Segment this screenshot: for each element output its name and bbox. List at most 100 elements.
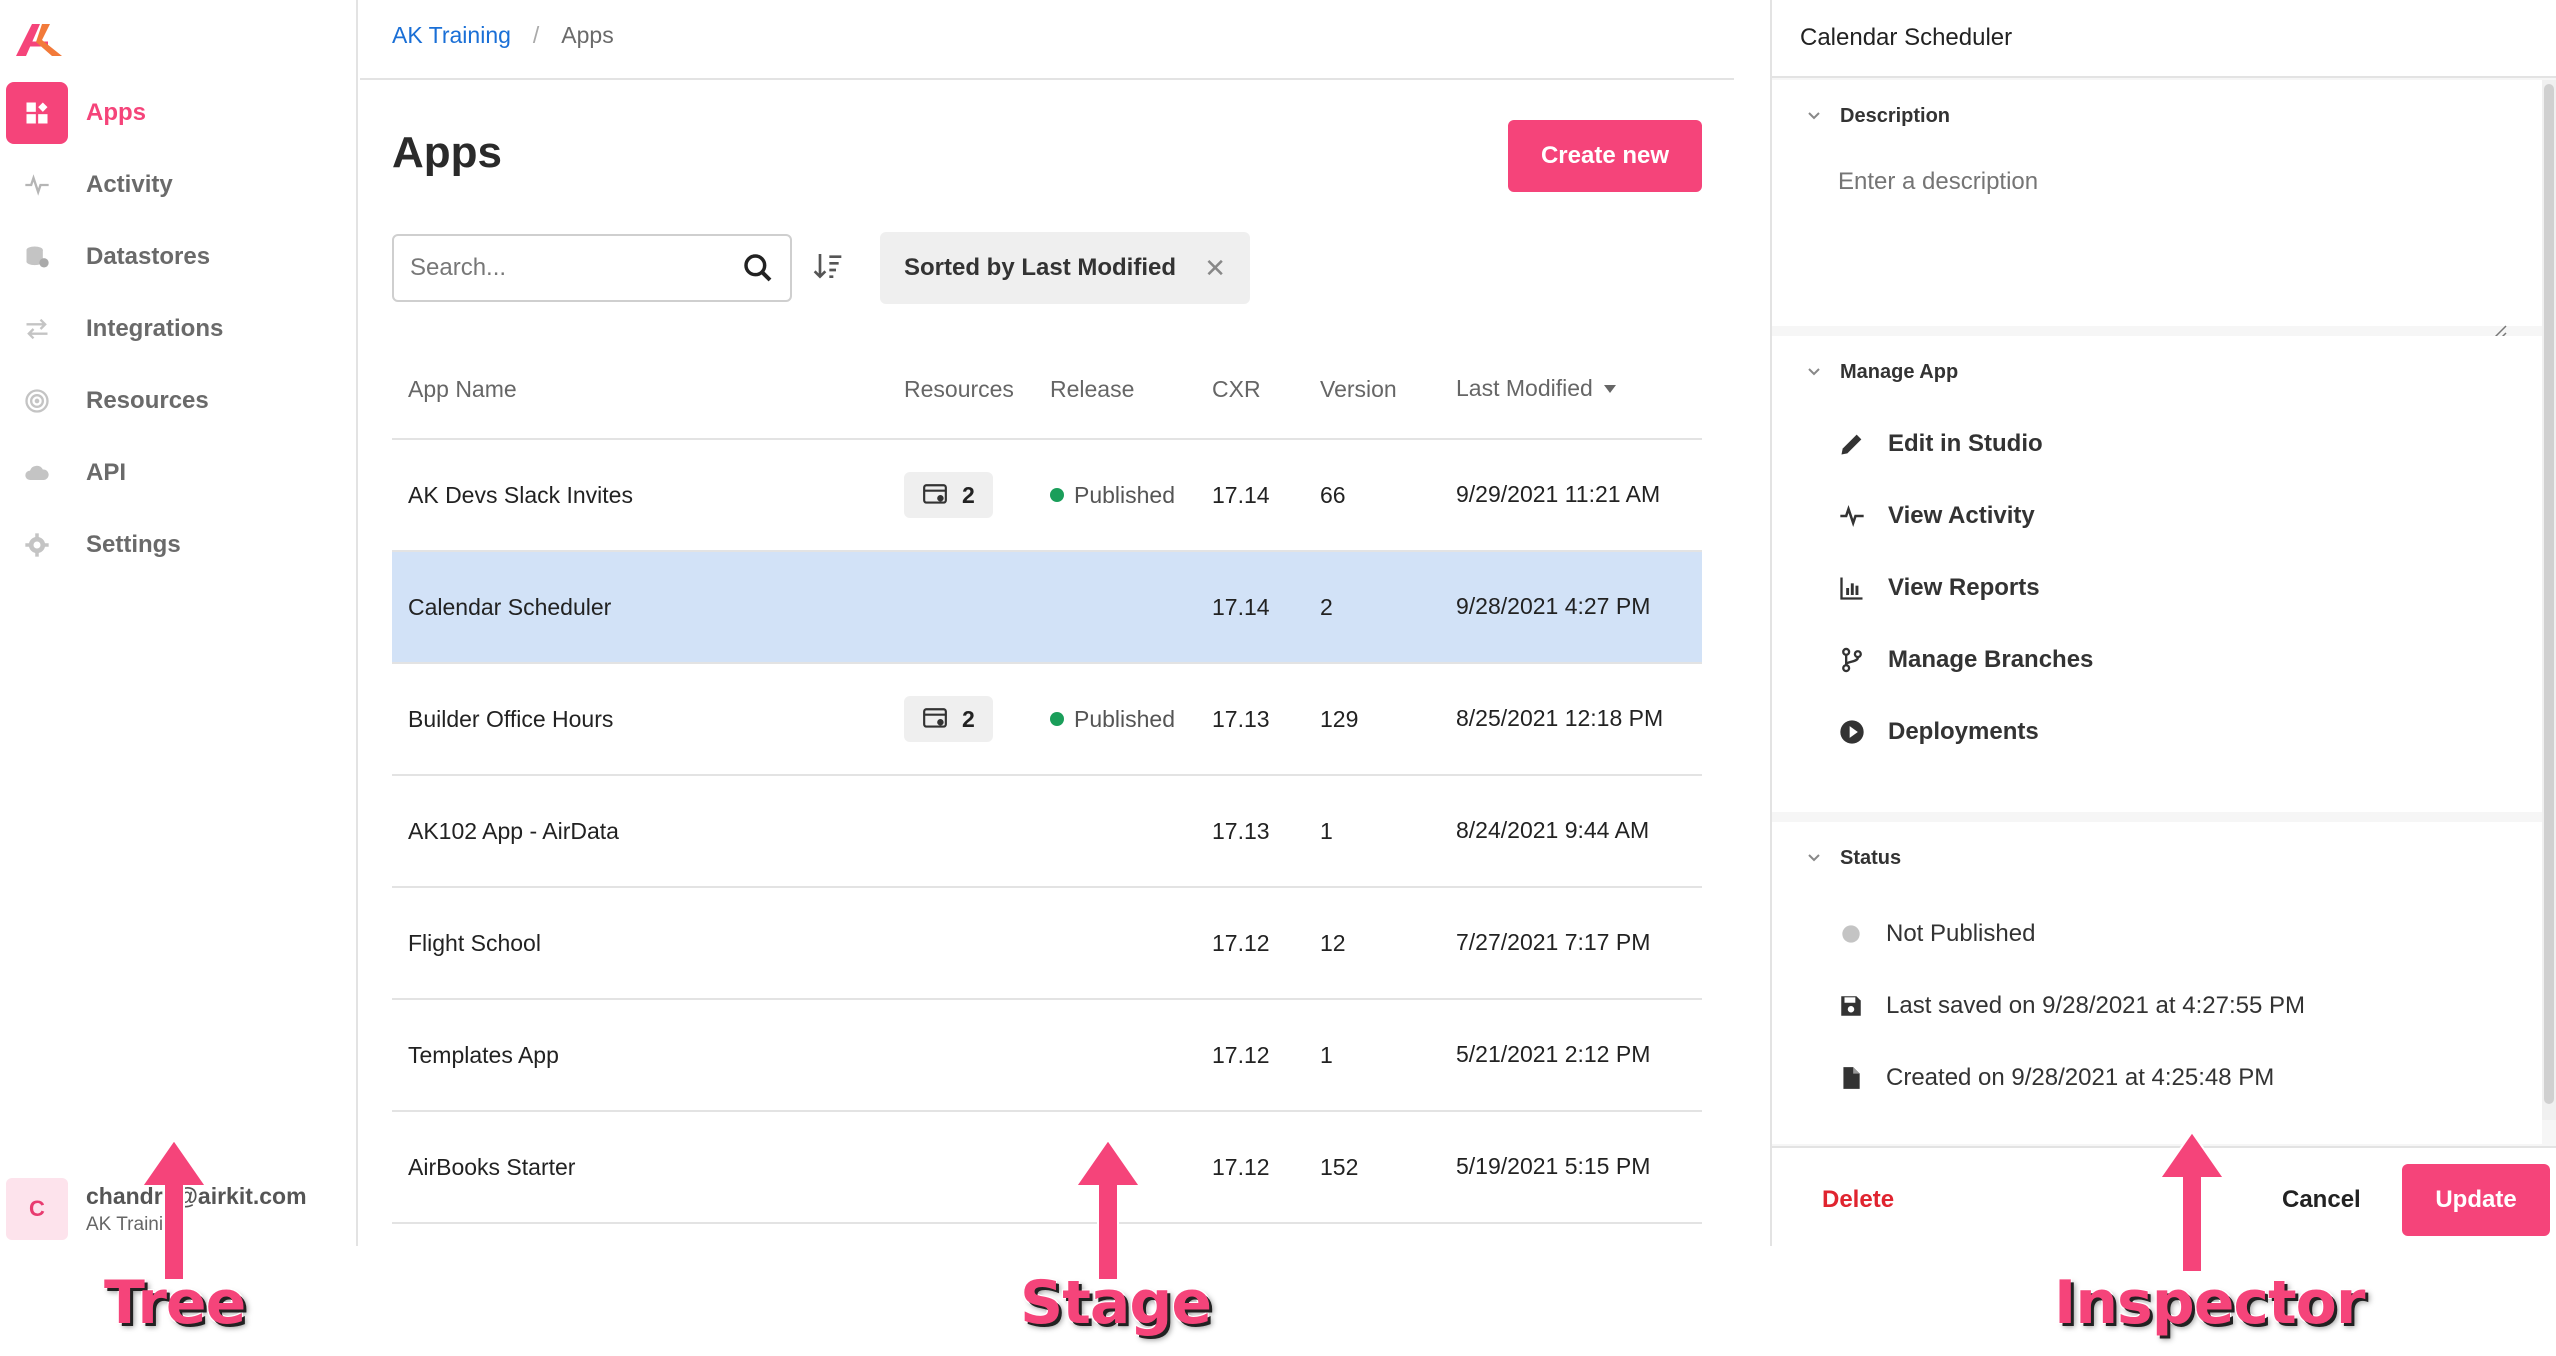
sidebar-item-resources[interactable]: Resources — [6, 370, 346, 432]
release-status: Published — [1050, 482, 1175, 509]
last-modified-cell: 5/19/2021 5:15 PM — [1456, 1153, 1651, 1180]
cxr-cell: 17.12 — [1212, 929, 1270, 956]
table-header: App Name Resources Release CXR Version L… — [392, 340, 1702, 440]
create-new-button[interactable]: Create new — [1508, 120, 1702, 192]
app-name-cell: AirBooks Starter — [408, 1153, 576, 1180]
table-row[interactable]: Templates App 17.12 1 5/21/2021 2:12 PM — [392, 1000, 1702, 1112]
inspector: Calendar Scheduler Description Manage Ap… — [1770, 0, 2556, 1246]
integrations-icon — [6, 298, 68, 360]
status-header[interactable]: Status — [1772, 822, 2542, 894]
sidebar-item-apps[interactable]: Apps — [6, 82, 346, 144]
resources-chip[interactable]: 2 — [904, 472, 993, 518]
apps-table: App Name Resources Release CXR Version L… — [392, 340, 1702, 1224]
divider — [360, 78, 1734, 80]
table-body: AK Devs Slack Invites 2 Published 17.14 66 9/… — [392, 440, 1702, 1224]
view-activity-link[interactable]: View Activity — [1838, 496, 2035, 536]
table-row[interactable]: AK Devs Slack Invites 2 Published 17.14 66 9/… — [392, 440, 1702, 552]
last-modified-cell: 9/28/2021 4:27 PM — [1456, 593, 1651, 620]
search-box[interactable] — [392, 234, 792, 302]
inspector-scrollbar[interactable] — [2542, 80, 2556, 1120]
update-button[interactable]: Update — [2402, 1164, 2550, 1236]
resources-icon — [6, 370, 68, 432]
sidebar-item-integrations[interactable]: Integrations — [6, 298, 346, 360]
branch-icon — [1842, 647, 1862, 673]
sidebar-item-activity[interactable]: Activity — [6, 154, 346, 216]
annotation-label-tree: Tree — [104, 1268, 246, 1338]
save-icon — [1841, 996, 1861, 1016]
play-circle-icon — [1840, 720, 1864, 744]
app-name-cell: Flight School — [408, 929, 541, 956]
search-input[interactable] — [410, 254, 742, 282]
sidebar-item-label: Activity — [86, 171, 173, 198]
column-header-cxr[interactable]: CXR — [1212, 376, 1320, 403]
breadcrumb: AK Training / Apps — [392, 22, 614, 49]
annotation-arrow-inspector — [2158, 1130, 2226, 1273]
pencil-icon — [1841, 434, 1862, 455]
column-header-version[interactable]: Version — [1320, 376, 1456, 403]
column-header-release[interactable]: Release — [1050, 376, 1212, 403]
sort-chip[interactable]: Sorted by Last Modified ✕ — [880, 232, 1250, 304]
description-header[interactable]: Description — [1772, 80, 2542, 152]
search-icon[interactable] — [742, 252, 774, 284]
cxr-cell: 17.12 — [1212, 1041, 1270, 1068]
column-header-app-name[interactable]: App Name — [392, 376, 904, 403]
view-reports-link[interactable]: View Reports — [1838, 568, 2040, 608]
sort-icon[interactable] — [812, 250, 844, 282]
release-cell: Published — [1050, 481, 1212, 509]
version-cell: 1 — [1320, 1041, 1333, 1068]
cxr-cell: 17.14 — [1212, 593, 1270, 620]
deployments-link[interactable]: Deployments — [1838, 712, 2039, 752]
table-row[interactable]: AirBooks Starter 17.12 152 5/19/2021 5:15 P… — [392, 1112, 1702, 1224]
sidebar-item-settings[interactable]: Settings — [6, 514, 346, 576]
breadcrumb-current: Apps — [561, 22, 614, 48]
delete-button[interactable]: Delete — [1822, 1186, 1894, 1214]
app-name-cell: AK102 App - AirData — [408, 817, 619, 844]
sidebar-item-label: Resources — [86, 387, 209, 414]
sidebar-item-label: Integrations — [86, 315, 224, 342]
annotation-arrow-stage — [1074, 1138, 1142, 1281]
last-modified-cell: 7/27/2021 7:17 PM — [1456, 929, 1651, 956]
manage-app-header[interactable]: Manage App — [1772, 336, 2542, 408]
column-header-resources[interactable]: Resources — [904, 376, 1050, 403]
table-row[interactable]: Calendar Scheduler 17.14 2 9/28/2021 4:27 P… — [392, 552, 1702, 664]
scrollbar-thumb[interactable] — [2544, 84, 2554, 1104]
cancel-button[interactable]: Cancel — [2282, 1186, 2361, 1214]
manage-branches-link[interactable]: Manage Branches — [1838, 640, 2093, 680]
cxr-cell: 17.12 — [1212, 1153, 1270, 1180]
last-modified-cell: 8/25/2021 12:18 PM — [1456, 705, 1664, 732]
sidebar-item-label: Settings — [86, 531, 181, 558]
table-row[interactable]: Flight School 17.12 12 7/27/2021 7:17 PM — [392, 888, 1702, 1000]
release-cell: Published — [1050, 705, 1212, 733]
resources-cell: 2 — [904, 696, 1050, 742]
last-modified-cell: 9/29/2021 11:21 AM — [1456, 481, 1661, 508]
version-cell: 66 — [1320, 481, 1346, 508]
cxr-cell: 17.13 — [1212, 705, 1270, 732]
file-icon — [1843, 1067, 1860, 1089]
reports-icon — [1840, 577, 1863, 600]
breadcrumb-link[interactable]: AK Training — [392, 22, 511, 49]
status-created: Created on 9/28/2021 at 4:25:48 PM — [1838, 1058, 2274, 1098]
table-row[interactable]: AK102 App - AirData 17.13 1 8/24/2021 9:44 … — [392, 776, 1702, 888]
column-header-last-modified[interactable]: Last Modified — [1456, 373, 1702, 404]
gear-icon — [6, 514, 68, 576]
chevron-down-icon — [1808, 854, 1820, 862]
published-dot-icon — [1050, 488, 1064, 503]
version-cell: 1 — [1320, 817, 1333, 844]
edit-in-studio-link[interactable]: Edit in Studio — [1838, 424, 2043, 464]
sidebar-item-label: Apps — [86, 99, 146, 126]
version-cell: 129 — [1320, 705, 1359, 732]
annotation-label-inspector: Inspector — [2054, 1268, 2365, 1338]
status-not-published: Not Published — [1838, 914, 2035, 954]
sidebar-item-api[interactable]: API — [6, 442, 346, 504]
table-row[interactable]: Builder Office Hours 2 Published 17.13 129 8/… — [392, 664, 1702, 776]
resources-chip[interactable]: 2 — [904, 696, 993, 742]
breadcrumb-separator: / — [532, 22, 540, 48]
version-cell: 12 — [1320, 929, 1346, 956]
description-field[interactable] — [1838, 168, 2498, 288]
close-icon[interactable]: ✕ — [1204, 253, 1226, 284]
chevron-down-icon — [1808, 368, 1820, 376]
airkit-logo[interactable] — [12, 18, 68, 60]
status-dot-icon — [1842, 925, 1860, 943]
sidebar-item-datastores[interactable]: Datastores — [6, 226, 346, 288]
annotation-arrow-tree — [140, 1138, 208, 1281]
